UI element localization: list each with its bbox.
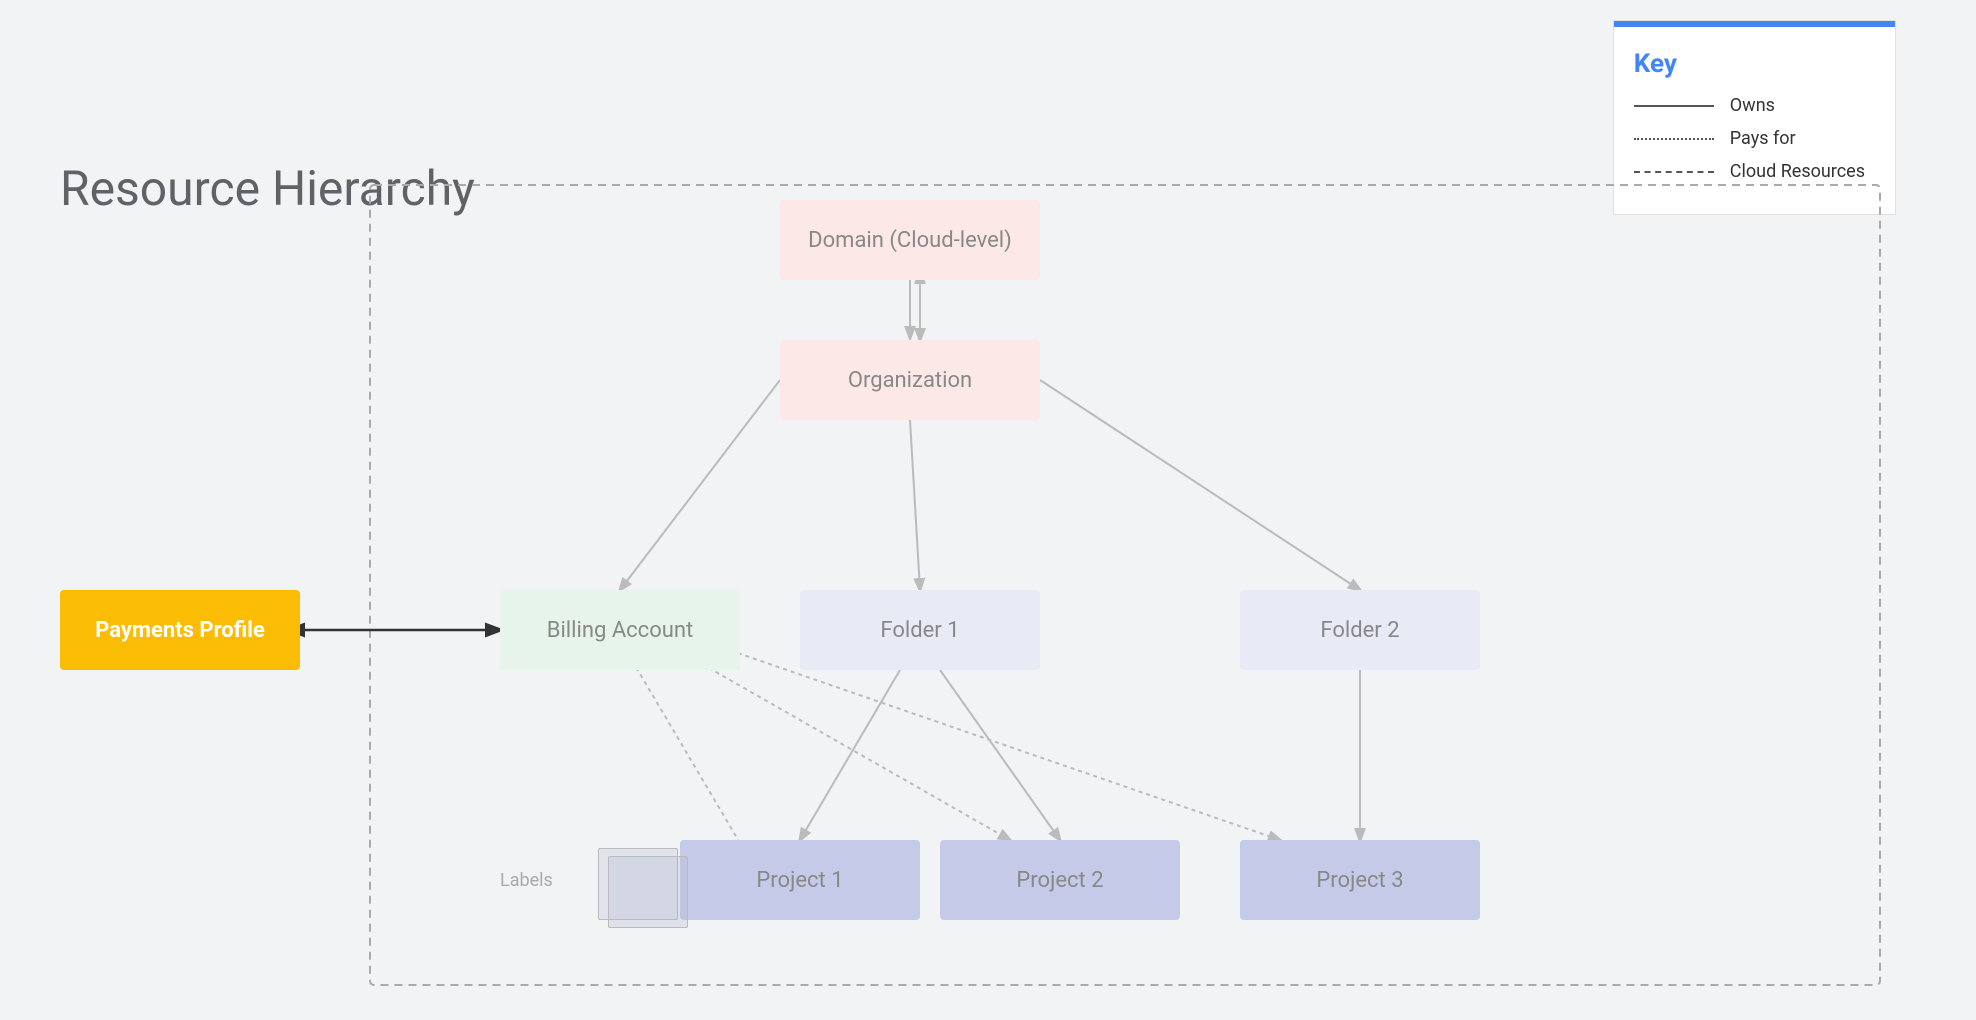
payments-profile-label: Payments Profile bbox=[95, 618, 265, 643]
folder1-box: Folder 1 bbox=[800, 590, 1040, 670]
key-legend: Key Owns Pays for Cloud Resources bbox=[1613, 20, 1896, 215]
labels-box-front bbox=[608, 856, 688, 928]
domain-label: Domain (Cloud-level) bbox=[808, 228, 1012, 253]
billing-account-label: Billing Account bbox=[547, 618, 693, 643]
key-title: Key bbox=[1634, 49, 1865, 79]
folder1-label: Folder 1 bbox=[880, 618, 959, 643]
key-cloud-label: Cloud Resources bbox=[1730, 161, 1865, 182]
key-pays-label: Pays for bbox=[1730, 128, 1796, 149]
page-title: Resource Hierarchy bbox=[60, 160, 475, 217]
project3-label: Project 3 bbox=[1316, 868, 1403, 893]
solid-line-icon bbox=[1634, 105, 1714, 107]
project2-box: Project 2 bbox=[940, 840, 1180, 920]
key-row-cloud: Cloud Resources bbox=[1634, 161, 1865, 182]
folder2-box: Folder 2 bbox=[1240, 590, 1480, 670]
domain-box: Domain (Cloud-level) bbox=[780, 200, 1040, 280]
dashed-line-icon bbox=[1634, 171, 1714, 173]
key-row-pays: Pays for bbox=[1634, 128, 1865, 149]
dotted-line-icon bbox=[1634, 138, 1714, 140]
project1-box: Project 1 bbox=[680, 840, 920, 920]
payments-profile-box: Payments Profile bbox=[60, 590, 300, 670]
project1-label: Project 1 bbox=[756, 868, 843, 893]
project2-label: Project 2 bbox=[1016, 868, 1103, 893]
labels-text: Labels bbox=[500, 870, 553, 891]
billing-account-box: Billing Account bbox=[500, 590, 740, 670]
key-blue-bar bbox=[1614, 21, 1895, 27]
key-row-owns: Owns bbox=[1634, 95, 1865, 116]
organization-box: Organization bbox=[780, 340, 1040, 420]
key-owns-label: Owns bbox=[1730, 95, 1775, 116]
folder2-label: Folder 2 bbox=[1320, 618, 1399, 643]
diagram: Key Owns Pays for Cloud Resources Resour… bbox=[0, 0, 1976, 1020]
project3-box: Project 3 bbox=[1240, 840, 1480, 920]
organization-label: Organization bbox=[848, 368, 972, 393]
